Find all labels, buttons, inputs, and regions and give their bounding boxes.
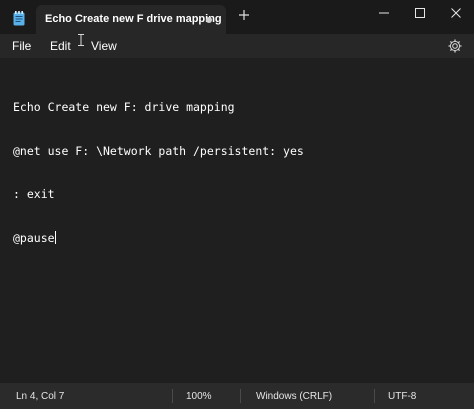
editor-line: @net use F: \Network path /persistent: y… bbox=[13, 143, 304, 158]
minimize-button[interactable] bbox=[366, 0, 402, 26]
plus-icon bbox=[239, 10, 249, 20]
minimize-icon bbox=[379, 12, 389, 14]
editor-line-text: @pause bbox=[13, 230, 55, 245]
menu-file[interactable]: File bbox=[12, 39, 31, 53]
text-editor[interactable]: Echo Create new F: drive mapping @net us… bbox=[0, 58, 474, 383]
status-divider bbox=[374, 389, 375, 403]
settings-button[interactable] bbox=[447, 38, 463, 54]
notepad-window: Echo Create new F drive mapping File Edi… bbox=[0, 0, 474, 409]
status-cursor-position[interactable]: Ln 4, Col 7 bbox=[16, 391, 64, 402]
close-button[interactable] bbox=[438, 0, 474, 26]
close-icon bbox=[451, 8, 461, 18]
tab-document[interactable]: Echo Create new F drive mapping bbox=[36, 5, 226, 34]
unsaved-dot-icon[interactable] bbox=[206, 17, 212, 23]
status-zoom[interactable]: 100% bbox=[186, 391, 212, 402]
menu-bar: File Edit View bbox=[0, 34, 474, 58]
menu-view[interactable]: View bbox=[91, 39, 117, 53]
status-bar: Ln 4, Col 7 100% Windows (CRLF) UTF-8 bbox=[0, 383, 474, 409]
status-divider bbox=[172, 389, 173, 403]
menu-edit[interactable]: Edit bbox=[50, 39, 71, 53]
editor-line: Echo Create new F: drive mapping bbox=[13, 100, 235, 114]
mouse-ibeam-icon bbox=[77, 33, 85, 46]
status-divider bbox=[240, 389, 241, 403]
maximize-button[interactable] bbox=[402, 0, 438, 26]
text-caret bbox=[54, 230, 56, 244]
title-bar[interactable]: Echo Create new F drive mapping bbox=[0, 0, 474, 34]
tab-title: Echo Create new F drive mapping bbox=[45, 13, 222, 25]
editor-line-last: @pause bbox=[13, 230, 304, 246]
status-encoding[interactable]: UTF-8 bbox=[388, 391, 416, 402]
gear-icon bbox=[448, 39, 462, 53]
editor-content[interactable]: Echo Create new F: drive mapping @net us… bbox=[13, 71, 304, 274]
new-tab-button[interactable] bbox=[236, 9, 252, 25]
notepad-icon bbox=[12, 10, 26, 26]
status-line-ending[interactable]: Windows (CRLF) bbox=[256, 391, 332, 402]
editor-line: : exit bbox=[13, 187, 55, 201]
maximize-icon bbox=[415, 8, 425, 18]
